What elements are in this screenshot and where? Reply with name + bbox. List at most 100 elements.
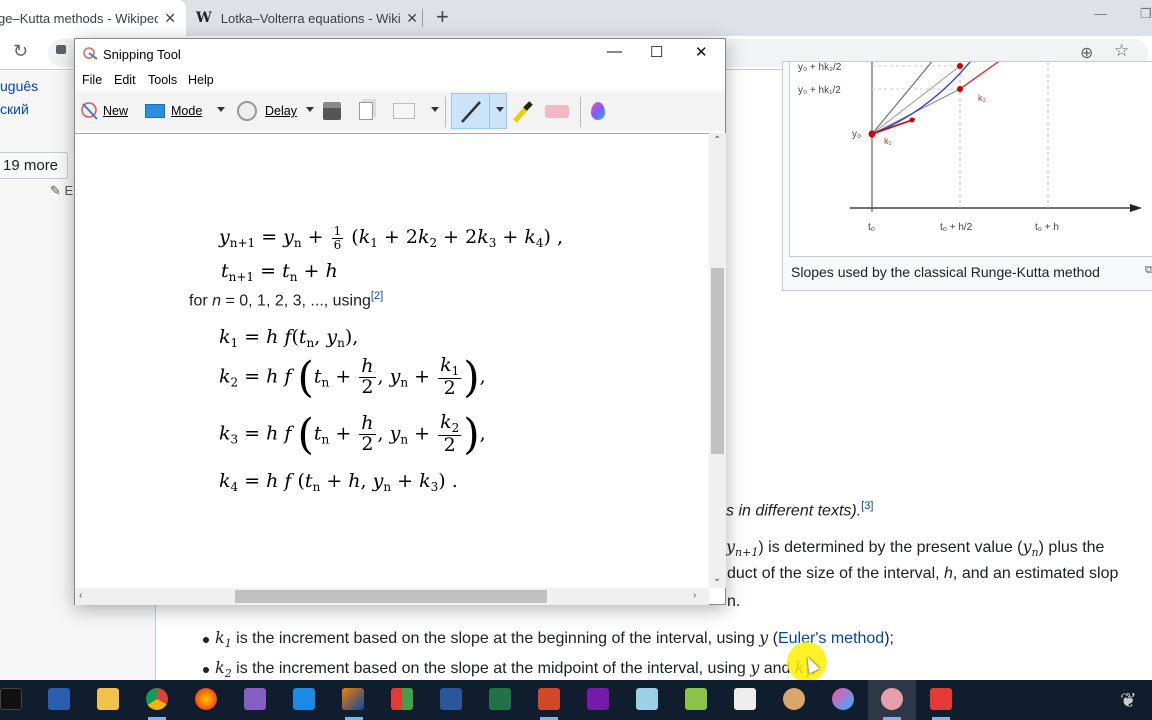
menu-edit[interactable]: Edit [114,73,136,87]
powerpoint-icon[interactable] [538,688,560,710]
chrome-icon[interactable] [146,688,168,710]
slope-label: k₂ [978,93,987,103]
snipping-toolbar: New Mode Delay [75,91,725,131]
envelope-icon [393,103,415,119]
point-y0 [868,130,876,138]
pen-dropdown-icon[interactable] [496,107,504,112]
excel-icon[interactable] [489,688,511,710]
delay-dropdown-icon[interactable] [306,107,314,112]
browser-tab-bar: ge–Kutta methods - Wikiped ✕ W Lotka–Vol… [0,0,1152,36]
point-hk1 [957,86,963,92]
close-button[interactable]: ✕ [695,43,708,61]
mode-button[interactable]: Mode [145,99,202,123]
delay-label: Delay [265,104,297,118]
menu-bar: File Edit Tools Help [75,71,725,91]
firefox-icon[interactable] [195,688,217,710]
text: ) is determined by the present value ( [758,539,1023,556]
mode-dropdown-icon[interactable] [217,107,225,112]
new-tab-button[interactable]: + [436,4,449,30]
snip-canvas[interactable]: yn+1 = yn + 16 (k1 + 2k2 + 2k3 + k4) , t… [75,133,709,588]
lock-icon [56,45,66,54]
copy-button[interactable] [359,99,373,123]
paint-icon[interactable] [783,688,805,710]
onenote-icon[interactable] [587,688,609,710]
paint3d-button[interactable] [591,99,605,123]
eraser-button[interactable] [545,99,569,123]
bookmark-star-icon[interactable]: ☆ [1114,41,1129,61]
horizontal-scroll-thumb[interactable] [235,590,547,603]
scroll-up-icon[interactable]: ⌃ [713,135,721,146]
snipping-tool-taskbar-icon[interactable] [881,688,903,710]
language-link[interactable]: ский [0,101,29,117]
text: ) plus the [1038,539,1105,556]
matlab-icon[interactable] [342,688,364,710]
new-label: New [103,104,129,118]
send-dropdown-icon[interactable] [431,107,439,112]
tab-runge-kutta[interactable]: ge–Kutta methods - Wikiped ✕ [0,0,186,36]
close-tab-icon[interactable]: ✕ [406,10,418,27]
paragraph-fragment: n. [727,593,741,610]
restore-icon[interactable]: ❐ [1140,6,1152,22]
citation-link[interactable]: [3] [861,500,873,512]
command-prompt-icon[interactable] [0,688,22,710]
save-button[interactable] [323,99,341,123]
notepad-plus-icon[interactable] [685,688,707,710]
language-link[interactable]: uguês [0,78,38,94]
horizontal-scrollbar[interactable]: ‹ › [75,588,709,605]
x-label: t₀ [868,222,875,233]
scroll-left-icon[interactable]: ‹ [79,590,82,601]
new-snip-button[interactable]: New [79,99,128,123]
windows-taskbar: ❦ [0,680,1152,720]
close-tab-icon[interactable]: ✕ [164,10,176,27]
tab-title: Lotka–Volterra equations - Wikip [220,10,401,26]
reload-icon[interactable]: ↻ [13,41,28,62]
edit-links-label: E [64,183,74,198]
powershell-icon[interactable] [48,688,70,710]
pencil-icon: ✎ [50,183,61,198]
tab-lotka-volterra[interactable]: W Lotka–Volterra equations - Wikip ✕ [186,0,428,36]
paint-3d-icon[interactable] [832,688,854,710]
list-item: k2 is the increment based on the slope a… [215,658,816,680]
more-languages-button[interactable]: 19 more [0,152,68,179]
highlighter-button[interactable] [511,99,535,123]
app-grid-icon[interactable] [391,688,413,710]
slope-line [871,51,941,135]
vs-code-icon[interactable] [293,688,315,710]
y-label: y₀ + hk₂/2 [798,62,842,73]
menu-file[interactable]: File [82,73,102,87]
delay-button[interactable]: Delay [237,99,297,123]
snipping-tool-app-icon [83,47,98,60]
file-explorer-icon[interactable] [97,688,119,710]
rk-slope-diagram[interactable]: y₀ + hk₂/2 y₀ + hk₁/2 y₀ t₀ t₀ + h/2 t₀ … [789,51,1152,257]
calculator-icon[interactable] [734,688,756,710]
menu-help[interactable]: Help [188,73,214,87]
minimize-button[interactable]: — [607,43,622,60]
word-icon[interactable] [440,688,462,710]
scroll-down-icon[interactable]: ⌄ [713,573,721,584]
enlarge-icon[interactable]: ⧉ [1145,264,1152,277]
math-k2: k2 [215,658,232,681]
eraser-icon [545,104,569,118]
minimize-icon[interactable]: — [1094,6,1107,21]
visual-studio-icon[interactable] [244,688,266,710]
maximize-button[interactable]: ☐ [650,43,663,61]
equation-k2: k2 = h f (tn + h2, yn + k1 2), [219,352,486,402]
y-label: y₀ [852,129,861,140]
notepad-icon[interactable] [636,688,658,710]
text: h [944,565,953,582]
send-snip-button[interactable] [393,99,415,123]
vertical-scroll-thumb[interactable] [711,268,724,454]
menu-tools[interactable]: Tools [148,73,177,87]
zoom-icon[interactable]: ⊕ [1080,43,1093,63]
text: ( [768,630,778,647]
bullet-dot [203,637,209,643]
edit-links[interactable]: ✎ E [50,183,73,199]
scroll-right-icon[interactable]: › [693,590,696,601]
vertical-scrollbar[interactable]: ⌃ ⌄ [709,133,726,588]
camtasia-icon[interactable] [930,688,952,710]
slope-line [871,65,961,135]
figure-thumbnail: y₀ + hk₂/2 y₀ + hk₁/2 y₀ t₀ t₀ + h/2 t₀ … [782,51,1152,291]
figure-caption: Slopes used by the classical Runge-Kutta… [791,264,1100,280]
scissors-icon [81,102,98,120]
eulers-method-link[interactable]: Euler's method [778,630,884,647]
